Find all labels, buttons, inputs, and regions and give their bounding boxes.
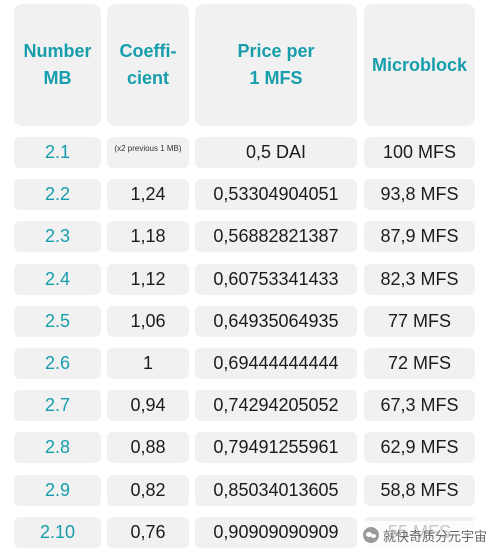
cell-microblock: 100 MFS: [364, 137, 475, 168]
header-price-per-mfs: Price per 1 MFS: [195, 4, 357, 126]
cell-number-mb: 2.7: [14, 390, 101, 422]
cell-microblock: 62,9 MFS: [364, 432, 475, 464]
cell-microblock: 93,8 MFS: [364, 179, 475, 211]
cell-microblock: 82,3 MFS: [364, 263, 475, 295]
cell-coefficient: 0,82: [107, 474, 189, 506]
watermark-text: 就快奇质分元宇宙: [383, 528, 488, 544]
wechat-icon: [363, 527, 379, 543]
cell-coefficient: 0,76: [107, 516, 189, 548]
cell-coefficient: 0,88: [107, 432, 189, 464]
cell-price-per-mfs: 0,79491255961: [195, 432, 357, 464]
cell-microblock: 77 MFS: [364, 305, 475, 337]
cell-microblock: 87,9 MFS: [364, 221, 475, 253]
cell-number-mb: 2.2: [14, 179, 101, 211]
cell-price-per-mfs: 0,64935064935: [195, 305, 357, 337]
cell-coefficient: 1,06: [107, 305, 189, 337]
cell-coefficient: (x2 previous 1 MB): [107, 137, 189, 168]
header-number-mb: Number MB: [14, 4, 101, 126]
cell-coefficient: 1: [107, 348, 189, 379]
header-microblock: Microblock: [364, 4, 475, 126]
cell-number-mb: 2.3: [14, 221, 101, 253]
cell-price-per-mfs: 0,53304904051: [195, 179, 357, 211]
cell-price-per-mfs: 0,60753341433: [195, 263, 357, 295]
cell-number-mb: 2.10: [14, 516, 101, 548]
cell-price-per-mfs: 0,5 DAI: [195, 137, 357, 168]
cell-coefficient: 0,94: [107, 390, 189, 422]
cell-number-mb: 2.9: [14, 474, 101, 506]
cell-number-mb: 2.5: [14, 305, 101, 337]
cell-coefficient: 1,24: [107, 179, 189, 211]
cell-microblock: 67,3 MFS: [364, 390, 475, 422]
cell-microblock: 58,8 MFS: [364, 474, 475, 506]
cell-number-mb: 2.8: [14, 432, 101, 464]
cell-number-mb: 2.1: [14, 137, 101, 168]
cell-number-mb: 2.6: [14, 348, 101, 379]
cell-microblock: 72 MFS: [364, 348, 475, 379]
cell-price-per-mfs: 0,69444444444: [195, 348, 357, 379]
cell-coefficient: 1,18: [107, 221, 189, 253]
cell-price-per-mfs: 0,85034013605: [195, 474, 357, 506]
watermark: 就快奇质分元宇宙: [363, 521, 489, 549]
cell-price-per-mfs: 0,90909090909: [195, 516, 357, 548]
header-label: Number MB: [23, 41, 92, 88]
cell-coefficient: 1,12: [107, 263, 189, 295]
cell-price-per-mfs: 0,56882821387: [195, 221, 357, 253]
cell-price-per-mfs: 0,74294205052: [195, 390, 357, 422]
header-label: Microblock: [371, 54, 468, 75]
header-label: Price per 1 MFS: [237, 41, 315, 88]
cell-number-mb: 2.4: [14, 263, 101, 295]
header-coefficient: Coeffi- cient: [107, 4, 189, 126]
header-label: Coeffi- cient: [119, 41, 177, 88]
